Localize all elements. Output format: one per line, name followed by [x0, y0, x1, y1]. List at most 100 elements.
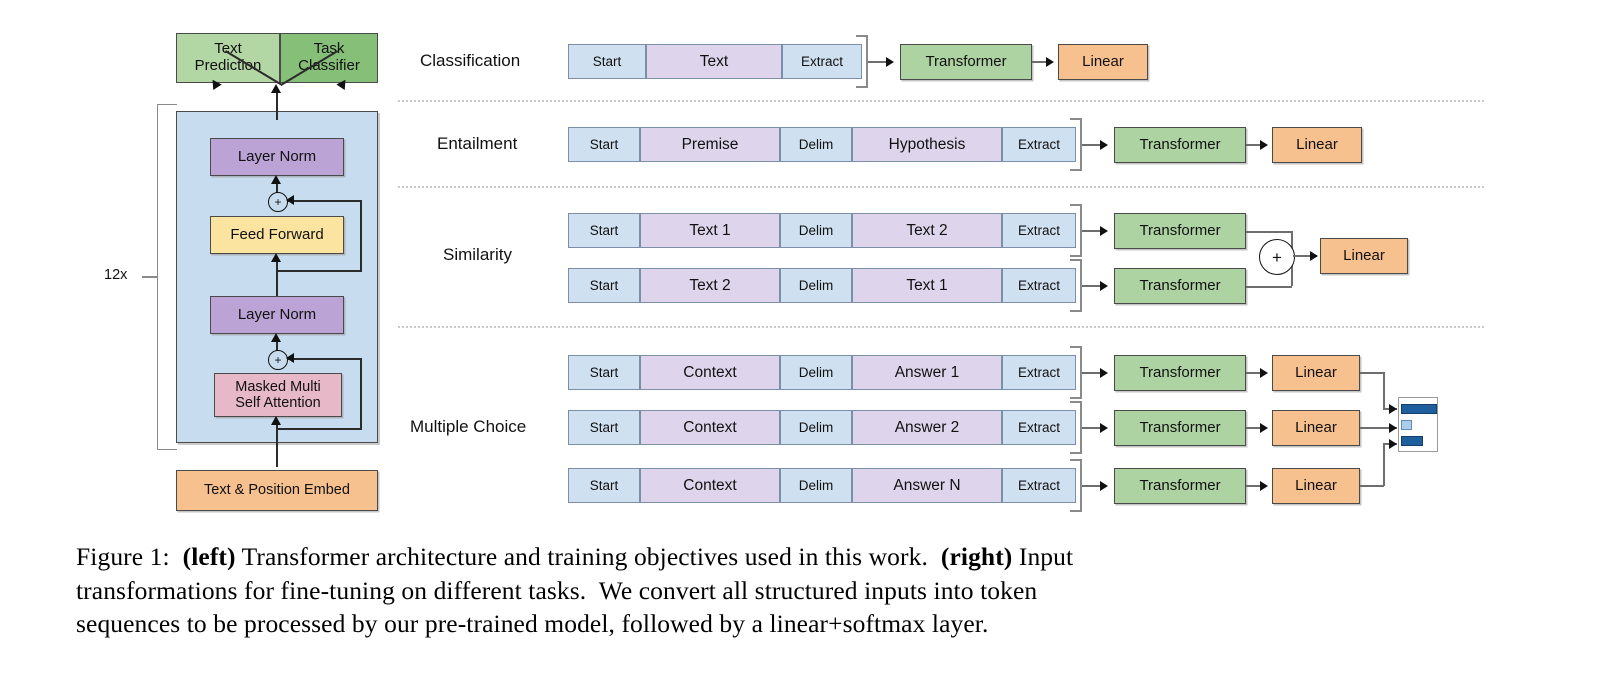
token-text-2-label: Text 2 — [906, 221, 948, 239]
token-answer-n-label: Answer N — [893, 476, 961, 494]
token-extract-label: Extract — [1017, 136, 1060, 152]
token-context: Context — [640, 468, 780, 503]
block-linear-mc-2: Linear — [1272, 410, 1360, 446]
token-text-2: Text 2 — [852, 213, 1002, 248]
token-extract-label: Extract — [1017, 419, 1060, 435]
block-transformer-mc-1: Transformer — [1114, 355, 1246, 391]
residual-upper-vert — [360, 200, 362, 272]
token-extract-label: Extract — [1017, 477, 1060, 493]
masked-attn-line-1: Masked Multi — [235, 378, 321, 395]
token-delim: Delim — [780, 355, 852, 390]
divider-1 — [398, 100, 1484, 102]
ff-in-arrow — [271, 253, 281, 262]
block-layer-norm-top-label: Layer Norm — [237, 147, 317, 165]
token-text-2-label: Text 2 — [689, 276, 731, 294]
bracket-similarity-1 — [1070, 204, 1082, 257]
block-transformer-mc-2: Transformer — [1114, 410, 1246, 446]
token-extract-label: Extract — [800, 53, 843, 69]
transformer-label: Transformer — [1139, 418, 1221, 436]
arrow-sim-add-to-linear — [1310, 251, 1318, 261]
token-answer-2-label: Answer 2 — [894, 418, 960, 436]
token-delim-label: Delim — [798, 477, 834, 493]
softmax-bar-3 — [1401, 436, 1423, 446]
token-answer-1-label: Answer 1 — [894, 363, 960, 381]
block-linear-mc-3: Linear — [1272, 468, 1360, 504]
figure-caption: Figure 1: (left) Transformer architectur… — [76, 540, 1480, 641]
token-extract: Extract — [782, 44, 862, 79]
linear-label: Linear — [1296, 135, 1338, 153]
token-premise-label: Premise — [681, 135, 739, 153]
token-extract: Extract — [1002, 268, 1076, 303]
token-text-2: Text 2 — [640, 268, 780, 303]
token-context-label: Context — [683, 363, 737, 381]
transformer-label: Transformer — [1139, 135, 1221, 153]
bracket-entailment — [1070, 118, 1082, 171]
block-feed-forward: Feed Forward — [210, 216, 344, 254]
arrow-cls-to-linear — [1046, 57, 1054, 67]
repeat-bracket — [157, 104, 177, 450]
task-label-entailment: Entailment — [437, 134, 518, 153]
token-extract: Extract — [1002, 410, 1076, 445]
block-linear-mc-1: Linear — [1272, 355, 1360, 391]
arrow-mc2-to-transformer — [1100, 423, 1108, 433]
token-answer-1: Answer 1 — [852, 355, 1002, 390]
panel-out-line — [276, 90, 278, 120]
token-delim-label: Delim — [798, 222, 834, 238]
token-delim: Delim — [780, 268, 852, 303]
token-start-label: Start — [589, 222, 619, 238]
token-start-label: Start — [592, 53, 622, 69]
task-label-multiple-choice: Multiple Choice — [410, 417, 527, 436]
token-start: Start — [568, 127, 640, 162]
ln-top-in-arrow — [271, 175, 281, 184]
caption-line-3: sequences to be processed by our pre-tra… — [76, 609, 989, 639]
caption-line-1: Figure 1: (left) Transformer architectur… — [76, 542, 1074, 571]
residual-add-lower: + — [268, 350, 288, 370]
block-layer-norm-bottom-label: Layer Norm — [237, 305, 317, 323]
token-delim: Delim — [780, 468, 852, 503]
arrow-sim2-to-transformer — [1100, 281, 1108, 291]
repeat-bracket-tick — [142, 276, 158, 278]
token-start: Start — [568, 468, 640, 503]
bracket-mc-3 — [1070, 459, 1082, 512]
figure-1: Text Prediction Task Classifier Layer No… — [0, 0, 1606, 700]
token-hypothesis-label: Hypothesis — [888, 135, 966, 153]
arrow-cls-to-transformer — [886, 57, 894, 67]
token-text: Text — [646, 44, 782, 79]
token-start: Start — [568, 410, 640, 445]
mc3-out-h — [1360, 485, 1384, 487]
task-label-classification: Classification — [420, 51, 521, 70]
token-delim: Delim — [780, 127, 852, 162]
head-text-prediction-label: Text Prediction — [194, 40, 262, 74]
linear-label: Linear — [1343, 246, 1385, 264]
token-delim-label: Delim — [798, 419, 834, 435]
divider-2 — [398, 186, 1484, 188]
arrow-mc1-into-softmax — [1389, 404, 1397, 414]
bracket-similarity-2 — [1070, 259, 1082, 312]
bracket-mc-2 — [1070, 401, 1082, 454]
block-transformer-similarity-1: Transformer — [1114, 213, 1246, 249]
repeat-count-label: 12x — [104, 267, 128, 283]
task-label-similarity: Similarity — [443, 245, 512, 264]
residual-upper-horiz — [288, 200, 362, 202]
token-delim-label: Delim — [798, 364, 834, 380]
token-start-label: Start — [589, 419, 619, 435]
token-delim: Delim — [780, 410, 852, 445]
token-context-label: Context — [683, 418, 737, 436]
token-extract: Extract — [1002, 213, 1076, 248]
token-extract: Extract — [1002, 127, 1076, 162]
arrow-mc2-into-softmax — [1389, 423, 1397, 433]
token-premise: Premise — [640, 127, 780, 162]
similarity-add-symbol: + — [1272, 247, 1282, 267]
arrow-mc3-into-softmax — [1389, 439, 1397, 449]
block-text-position-embed-label: Text & Position Embed — [204, 482, 350, 499]
token-start: Start — [568, 213, 640, 248]
arrow-mc2-to-linear — [1260, 423, 1268, 433]
token-start-label: Start — [589, 136, 619, 152]
linear-label: Linear — [1082, 52, 1124, 70]
softmax-output-box — [1398, 397, 1438, 452]
token-start: Start — [568, 268, 640, 303]
transformer-label: Transformer — [1139, 476, 1221, 494]
token-answer-2: Answer 2 — [852, 410, 1002, 445]
token-delim-label: Delim — [798, 277, 834, 293]
attn-in-arrow — [271, 416, 281, 425]
